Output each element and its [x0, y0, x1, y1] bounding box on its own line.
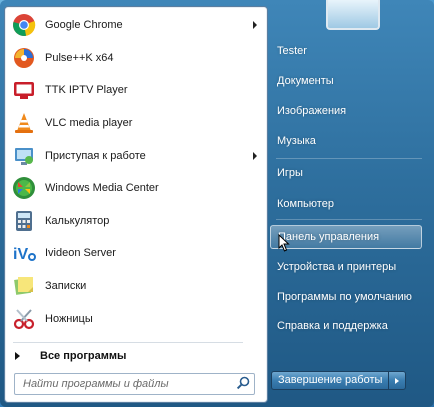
place-label: Панель управления	[278, 231, 380, 243]
programs-panel: Google Chrome Pulse++K x64 TTK IPTV Play…	[4, 6, 268, 403]
program-label: Калькулятор	[45, 214, 110, 227]
all-programs-button[interactable]: Все программы	[15, 348, 126, 364]
program-item-snipping-tool[interactable]: Ножницы	[5, 302, 267, 335]
program-list: Google Chrome Pulse++K x64 TTK IPTV Play…	[5, 9, 267, 335]
search-box[interactable]	[14, 373, 255, 395]
place-label: Музыка	[277, 135, 316, 147]
mouse-cursor-icon	[278, 234, 290, 252]
ivideon-icon: iV	[11, 240, 37, 266]
program-label: Приступая к работе	[45, 149, 146, 162]
place-item-help-support[interactable]: Справка и поддержка	[270, 314, 422, 338]
tv-icon	[11, 77, 37, 103]
place-item-computer[interactable]: Компьютер	[270, 192, 422, 216]
media-center-icon	[11, 175, 37, 201]
program-label: Google Chrome	[45, 19, 123, 32]
place-label: Программы по умолчанию	[277, 291, 412, 303]
program-item-ivideon[interactable]: iV Ivideon Server	[5, 237, 267, 270]
program-item-google-chrome[interactable]: Google Chrome	[5, 9, 267, 42]
svg-text:iV: iV	[13, 246, 28, 263]
program-label: Ivideon Server	[45, 247, 116, 260]
search-icon[interactable]	[236, 376, 250, 390]
program-label: TTK IPTV Player	[45, 84, 128, 97]
place-label: Компьютер	[277, 198, 334, 210]
program-label: Windows Media Center	[45, 182, 159, 195]
calculator-icon	[11, 208, 37, 234]
program-label: Pulse++K x64	[45, 51, 114, 64]
program-item-media-center[interactable]: Windows Media Center	[5, 172, 267, 205]
pulse-icon	[11, 45, 37, 71]
sticky-notes-icon	[11, 273, 37, 299]
place-item-user[interactable]: Tester	[270, 39, 422, 63]
program-label: Ножницы	[45, 312, 93, 325]
start-menu: Google Chrome Pulse++K x64 TTK IPTV Play…	[0, 0, 434, 407]
place-item-music[interactable]: Музыка	[270, 129, 422, 153]
places-panel: Tester Документы Изображения Музыка Игры…	[266, 0, 434, 407]
place-label: Справка и поддержка	[277, 320, 388, 332]
program-item-vlc[interactable]: VLC media player	[5, 107, 267, 140]
place-label: Документы	[277, 75, 334, 87]
chrome-icon	[11, 12, 37, 38]
divider	[276, 219, 422, 220]
scissors-icon	[11, 306, 37, 332]
place-label: Игры	[277, 167, 303, 179]
user-picture[interactable]	[326, 0, 380, 30]
place-item-pictures[interactable]: Изображения	[270, 99, 422, 123]
search-input[interactable]	[15, 375, 228, 393]
place-label: Изображения	[277, 105, 347, 117]
program-item-getting-started[interactable]: Приступая к работе	[5, 139, 267, 172]
chevron-right-icon	[395, 377, 400, 384]
program-label: VLC media player	[45, 117, 133, 130]
place-label: Устройства и принтеры	[277, 261, 397, 273]
program-item-calculator[interactable]: Калькулятор	[5, 205, 267, 238]
getting-started-icon	[11, 143, 37, 169]
shutdown-control: Завершение работы	[271, 371, 407, 390]
program-label: Записки	[45, 280, 87, 293]
place-item-default-programs[interactable]: Программы по умолчанию	[270, 285, 422, 309]
place-item-games[interactable]: Игры	[270, 161, 422, 185]
expand-arrow-icon	[15, 352, 20, 360]
place-label: Tester	[277, 45, 307, 57]
place-item-devices-printers[interactable]: Устройства и принтеры	[270, 255, 422, 279]
all-programs-label: Все программы	[40, 350, 127, 362]
vlc-icon	[11, 110, 37, 136]
place-item-control-panel[interactable]: Панель управления	[270, 225, 422, 249]
submenu-arrow-icon	[253, 151, 257, 160]
place-item-documents[interactable]: Документы	[270, 69, 422, 93]
program-item-pulse[interactable]: Pulse++K x64	[5, 42, 267, 75]
program-item-ttk-iptv[interactable]: TTK IPTV Player	[5, 74, 267, 107]
submenu-arrow-icon	[253, 21, 257, 30]
shutdown-button[interactable]: Завершение работы	[272, 372, 390, 389]
divider	[13, 342, 243, 343]
divider	[276, 158, 422, 159]
shutdown-options-button[interactable]	[389, 372, 405, 389]
program-item-sticky-notes[interactable]: Записки	[5, 270, 267, 303]
